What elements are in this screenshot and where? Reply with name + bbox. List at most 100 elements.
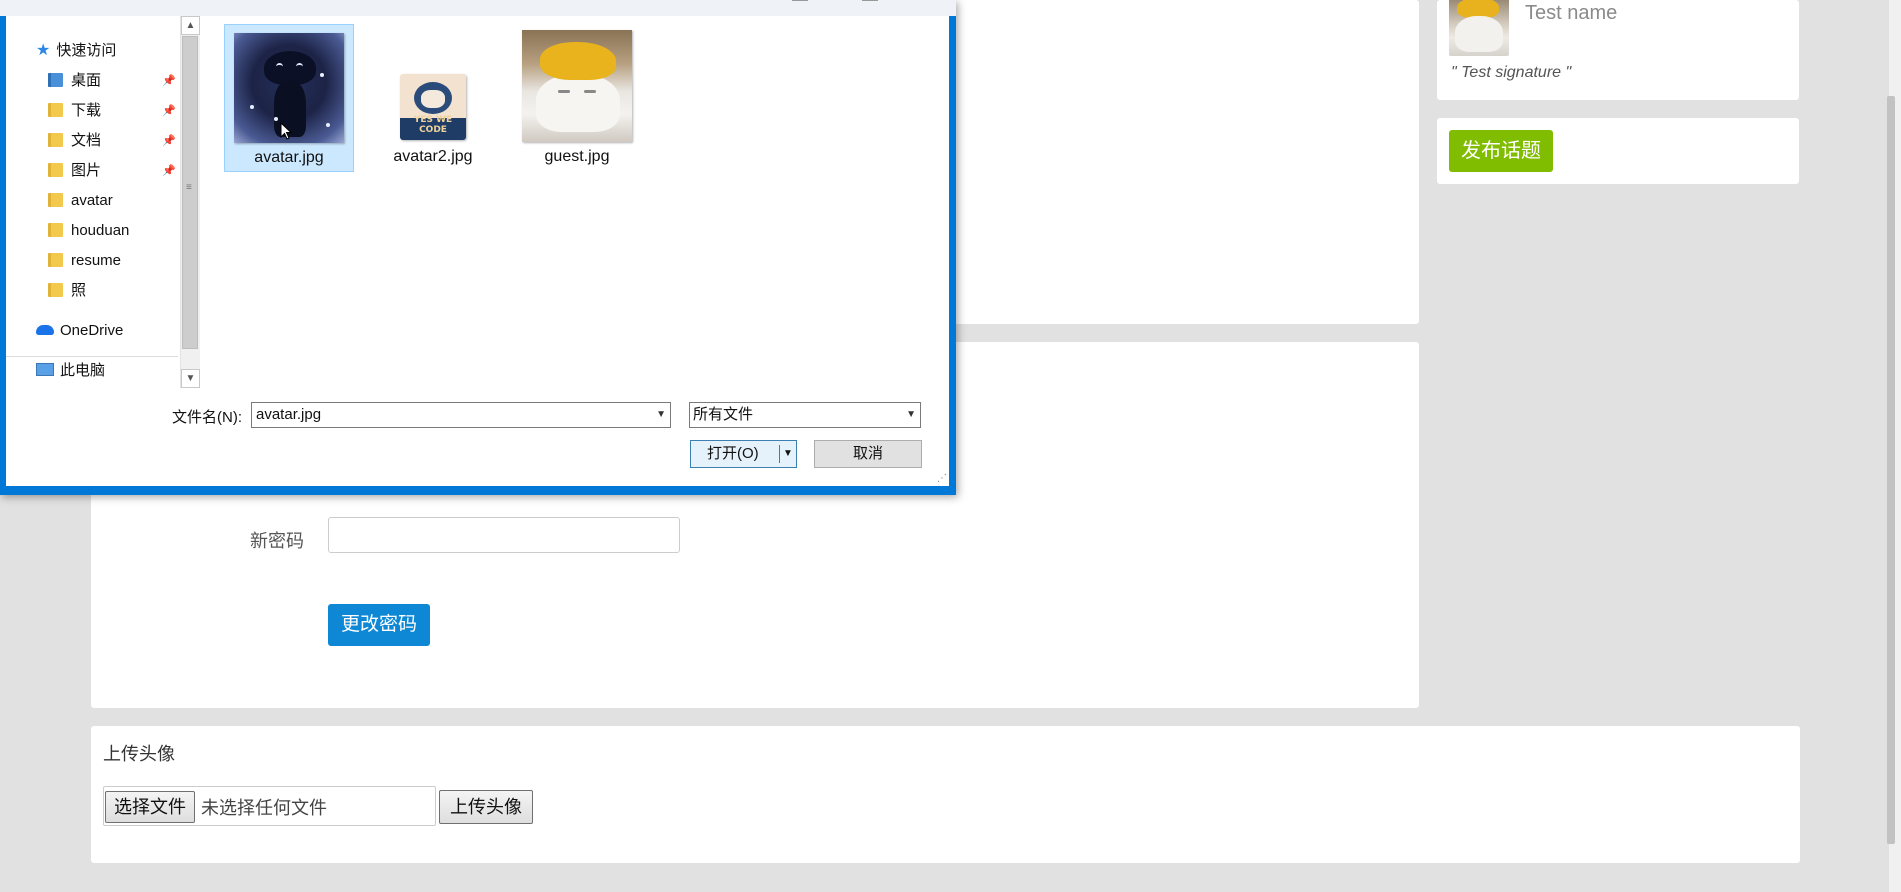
- image-thumbnail: [522, 30, 632, 142]
- page-scrollbar-thumb[interactable]: [1887, 96, 1895, 844]
- upload-avatar-title: 上传头像: [103, 744, 175, 764]
- filename-input[interactable]: avatar.jpg ▼: [251, 402, 671, 428]
- nav-label: 照: [71, 282, 87, 299]
- scroll-down-icon[interactable]: ▼: [181, 369, 200, 388]
- cat-shape: [536, 74, 620, 132]
- grip-icon: ≡: [186, 182, 192, 193]
- filetype-value: 所有文件: [693, 406, 754, 423]
- pin-icon: 📌: [162, 165, 176, 177]
- eye-shape: [296, 63, 303, 70]
- nav-label: resume: [71, 252, 122, 269]
- nav-label: 快速访问: [56, 42, 117, 59]
- open-button[interactable]: 打开(O) ▼: [690, 440, 797, 468]
- nav-item-houduan[interactable]: houduan: [48, 218, 129, 244]
- onedrive-icon: [36, 325, 54, 335]
- file-name: avatar.jpg: [254, 149, 324, 166]
- nav-label: 图片: [71, 162, 102, 179]
- file-name: avatar2.jpg: [393, 148, 473, 165]
- nav-scrollbar-thumb[interactable]: ≡: [182, 36, 198, 349]
- minimize-icon[interactable]: [792, 0, 808, 1]
- pictures-folder-icon: [48, 163, 63, 177]
- file-item-avatar[interactable]: avatar.jpg: [224, 24, 354, 172]
- star-icon: ★: [36, 42, 51, 59]
- file-open-dialog: ★ 快速访问 桌面 📌 下载 📌 文档 📌 图片 📌 avatar houduan: [0, 0, 956, 495]
- nav-label: 桌面: [71, 72, 102, 89]
- face-shape: [421, 90, 445, 108]
- cat-shape: [1455, 16, 1503, 52]
- page-scrollbar[interactable]: [1887, 0, 1901, 892]
- avatar[interactable]: [1449, 0, 1509, 56]
- nav-label: 此电脑: [60, 362, 106, 379]
- publish-topic-button[interactable]: 发布话题: [1449, 130, 1553, 172]
- file-item-avatar2[interactable]: YES WE CODE avatar2.jpg: [368, 24, 498, 172]
- nav-item-desktop[interactable]: 桌面: [48, 68, 101, 94]
- chevron-down-icon[interactable]: ▼: [656, 403, 666, 427]
- divider: [779, 445, 780, 463]
- upload-avatar-button[interactable]: 上传头像: [439, 790, 533, 824]
- image-thumbnail: YES WE CODE: [400, 74, 466, 140]
- mouse-cursor-icon: [280, 122, 292, 140]
- new-password-label: 新密码: [250, 531, 304, 551]
- dialog-body: ★ 快速访问 桌面 📌 下载 📌 文档 📌 图片 📌 avatar houduan: [6, 16, 949, 486]
- documents-folder-icon: [48, 133, 63, 147]
- pin-icon: 📌: [162, 75, 176, 87]
- upload-avatar-panel: 上传头像 选择文件 未选择任何文件 上传头像: [91, 726, 1800, 863]
- open-button-label: 打开(O): [707, 445, 759, 462]
- file-name: guest.jpg: [544, 148, 610, 165]
- publish-card: 发布话题: [1437, 118, 1799, 184]
- scroll-up-icon[interactable]: ▲: [181, 16, 200, 35]
- maximize-icon[interactable]: [862, 0, 878, 1]
- file-input[interactable]: 选择文件 未选择任何文件: [103, 786, 436, 826]
- dialog-titlebar[interactable]: [0, 0, 956, 16]
- file-item-guest[interactable]: guest.jpg: [512, 24, 642, 172]
- light-dot: [250, 105, 254, 109]
- eye-shape: [584, 90, 596, 93]
- folder-icon: [48, 253, 63, 267]
- pin-icon: 📌: [162, 135, 176, 147]
- user-signature: " Test signature ": [1451, 64, 1572, 81]
- folder-icon: [48, 283, 63, 297]
- light-dot: [274, 117, 278, 121]
- divider: [6, 356, 178, 357]
- eye-shape: [276, 63, 283, 70]
- nav-item-this-pc[interactable]: 此电脑: [36, 358, 105, 384]
- nav-item-resume[interactable]: resume: [48, 248, 121, 274]
- computer-icon: [36, 363, 54, 376]
- change-password-button[interactable]: 更改密码: [328, 604, 431, 646]
- nav-item-downloads[interactable]: 下载: [48, 98, 101, 124]
- pin-icon: 📌: [162, 105, 176, 117]
- nav-item-quick-access[interactable]: ★ 快速访问: [36, 38, 116, 64]
- navigation-pane: ★ 快速访问 桌面 📌 下载 📌 文档 📌 图片 📌 avatar houduan: [6, 16, 180, 388]
- filetype-select[interactable]: 所有文件 ▼: [689, 402, 921, 428]
- nav-item-avatar[interactable]: avatar: [48, 188, 113, 214]
- nav-label: avatar: [71, 192, 113, 209]
- user-card: Test name " Test signature ": [1437, 0, 1799, 100]
- new-password-input[interactable]: [328, 517, 680, 553]
- cat-silhouette: [264, 51, 316, 85]
- chevron-down-icon[interactable]: ▼: [906, 403, 916, 427]
- nav-label: 文档: [71, 132, 102, 149]
- light-dot: [326, 123, 330, 127]
- choose-file-button[interactable]: 选择文件: [105, 791, 195, 823]
- chevron-down-icon[interactable]: ▼: [783, 441, 793, 467]
- nav-item-pictures[interactable]: 图片: [48, 158, 101, 184]
- leaf-shape: [540, 42, 616, 80]
- folder-icon: [48, 73, 63, 87]
- folder-icon: [48, 223, 63, 237]
- folder-icon: [48, 193, 63, 207]
- nav-item-zhao[interactable]: 照: [48, 278, 86, 304]
- thumbnail-caption: YES WE CODE: [413, 115, 453, 135]
- nav-label: houduan: [71, 222, 130, 239]
- filename-value: avatar.jpg: [256, 406, 322, 423]
- nav-label: OneDrive: [60, 322, 124, 339]
- light-dot: [320, 73, 324, 77]
- nav-item-onedrive[interactable]: OneDrive: [36, 318, 123, 344]
- resize-grip-icon[interactable]: ⋰: [937, 473, 947, 484]
- cancel-button[interactable]: 取消: [814, 440, 922, 468]
- file-list: avatar.jpg YES WE CODE avatar2.jpg guest…: [204, 16, 949, 388]
- nav-scrollbar[interactable]: ▲ ≡ ▼: [180, 16, 200, 388]
- no-file-selected-text: 未选择任何文件: [201, 798, 327, 818]
- nav-item-documents[interactable]: 文档: [48, 128, 101, 154]
- user-name[interactable]: Test name: [1525, 2, 1617, 25]
- filename-label: 文件名(N):: [172, 409, 242, 426]
